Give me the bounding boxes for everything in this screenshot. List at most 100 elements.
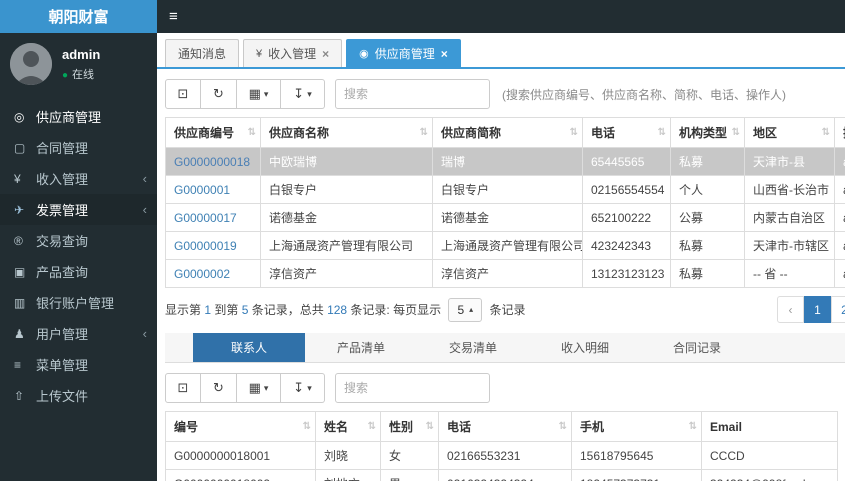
- sidebar-item-product-query[interactable]: ▣ 产品查询: [0, 256, 157, 287]
- export-button[interactable]: ↧ ▾: [281, 79, 325, 109]
- card-view-button[interactable]: ⊡: [165, 373, 201, 403]
- sort-icon: [248, 127, 256, 138]
- sidebar-item-supplier-management[interactable]: ◎ 供应商管理: [0, 101, 157, 132]
- prev-page-button[interactable]: ‹: [777, 296, 804, 323]
- caret-down-icon: ▾: [263, 88, 269, 99]
- page-size-select[interactable]: 5 ▴: [448, 297, 483, 322]
- cell-contact-name: 刘地方: [315, 469, 381, 481]
- circle-dot-icon: ◉: [359, 48, 369, 60]
- sort-icon: [570, 127, 578, 138]
- sidebar-item-menu-management[interactable]: ≡ 菜单管理: [0, 349, 157, 380]
- supplier-table: 供应商编号 供应商名称 供应商简称 电话 机构类型 地区 操作人 G000000…: [165, 117, 845, 288]
- col-mobile[interactable]: 手机: [571, 411, 702, 442]
- cell-region: 山西省-长治市: [744, 175, 835, 204]
- top-bar: 朝阳财富 ≡: [0, 0, 845, 33]
- hamburger-icon[interactable]: ≡: [169, 8, 178, 25]
- cell-phone: 423242343: [582, 231, 671, 260]
- col-org-type[interactable]: 机构类型: [670, 117, 745, 148]
- col-supplier-name[interactable]: 供应商名称: [260, 117, 433, 148]
- page-2-button[interactable]: 2: [831, 296, 845, 323]
- cell-operator: admin: [834, 175, 845, 204]
- columns-button[interactable]: ▦ ▾: [237, 373, 281, 403]
- cell-gender: 男: [380, 469, 439, 481]
- table-row[interactable]: G0000000018001 刘晓 女 02166553231 15618795…: [165, 441, 838, 470]
- refresh-button[interactable]: ↻: [201, 373, 237, 403]
- sort-icon: [426, 421, 434, 432]
- cell-operator: admin: [834, 231, 845, 260]
- cell-region: 天津市-县: [744, 147, 835, 176]
- paper-plane-icon: ✈: [14, 202, 25, 217]
- table-row[interactable]: G0000001 白银专户 白银专户 02156554554 个人 山西省-长治…: [165, 175, 845, 204]
- cell-org-type: 私募: [670, 231, 745, 260]
- table-row[interactable]: G0000000018 中欧瑞博 瑞博 65445565 私募 天津市-县 ad…: [165, 147, 845, 176]
- supplier-search-input[interactable]: [335, 79, 490, 109]
- cell-contact-id: G0000000018002: [165, 469, 316, 481]
- tab-supplier-management[interactable]: ◉ 供应商管理 ×: [346, 39, 461, 67]
- col-supplier-short-name[interactable]: 供应商简称: [432, 117, 583, 148]
- tab-contacts[interactable]: 联系人: [193, 333, 305, 362]
- col-region[interactable]: 地区: [744, 117, 835, 148]
- sidebar-item-transaction-query[interactable]: ® 交易查询: [0, 225, 157, 256]
- sidebar-item-bank-account-management[interactable]: ▥ 银行账户管理: [0, 287, 157, 318]
- columns-button[interactable]: ▦ ▾: [237, 79, 281, 109]
- export-icon: ↧: [293, 86, 305, 101]
- contact-search-input[interactable]: [335, 373, 490, 403]
- col-contact-name[interactable]: 姓名: [315, 411, 381, 442]
- card-view-button[interactable]: ⊡: [165, 79, 201, 109]
- col-phone[interactable]: 电话: [582, 117, 671, 148]
- sidebar-item-income-management[interactable]: ¥ 收入管理 ‹: [0, 163, 157, 194]
- caret-down-icon: ▾: [307, 382, 312, 393]
- col-email[interactable]: Email: [701, 411, 838, 442]
- sort-icon: [559, 421, 567, 432]
- col-contact-id[interactable]: 编号: [165, 411, 316, 442]
- table-row[interactable]: G0000000018002 刘地方 男 0216324324324 18245…: [165, 469, 838, 481]
- supplier-id-link[interactable]: G00000019: [174, 239, 237, 253]
- cell-supplier-id: G0000000018: [165, 147, 261, 176]
- cell-contact-phone: 02166553231: [438, 441, 572, 470]
- columns-icon: ▦: [248, 380, 261, 395]
- table-row[interactable]: G00000017 诺德基金 诺德基金 652100222 公募 内蒙古自治区 …: [165, 203, 845, 232]
- cell-mobile: 182457373731: [571, 469, 702, 481]
- col-contact-phone[interactable]: 电话: [438, 411, 572, 442]
- supplier-id-link[interactable]: G0000001: [174, 183, 230, 197]
- tab-income-management[interactable]: ¥ 收入管理 ×: [243, 39, 343, 67]
- table-row[interactable]: G00000019 上海通晟资产管理有限公司 上海通晟资产管理有限公司 4232…: [165, 231, 845, 260]
- sidebar-item-contract-management[interactable]: ▢ 合同管理: [0, 132, 157, 163]
- close-icon[interactable]: ×: [322, 47, 329, 61]
- export-button[interactable]: ↧ ▾: [281, 373, 325, 403]
- cell-gender: 女: [380, 441, 439, 470]
- table-row[interactable]: G0000002 淳信资产 淳信资产 13123123123 私募 -- 省 -…: [165, 259, 845, 288]
- sort-icon: [822, 127, 830, 138]
- col-gender[interactable]: 性别: [380, 411, 439, 442]
- detail-tab-bar: 联系人 产品清单 交易清单 收入明细 合同记录: [165, 333, 845, 363]
- supplier-id-link[interactable]: G00000017: [174, 211, 237, 225]
- refresh-icon: ↻: [213, 86, 224, 101]
- close-icon[interactable]: ×: [441, 47, 448, 61]
- sidebar-item-user-management[interactable]: ♟ 用户管理 ‹: [0, 318, 157, 349]
- col-operator[interactable]: 操作人: [834, 117, 845, 148]
- yen-icon: ¥: [256, 47, 263, 60]
- sidebar: admin ● 在线 ◎ 供应商管理 ▢ 合同管理 ¥ 收入管理 ‹ ✈ 发票管…: [0, 33, 157, 481]
- sort-icon: [689, 421, 697, 432]
- cell-org-type: 私募: [670, 259, 745, 288]
- page-1-button[interactable]: 1: [804, 296, 831, 323]
- contact-toolbar: ⊡ ↻ ▦ ▾ ↧ ▾: [165, 373, 837, 403]
- tab-product-list[interactable]: 产品清单: [305, 333, 417, 362]
- tab-notifications[interactable]: 通知消息: [165, 39, 240, 67]
- refresh-button[interactable]: ↻: [201, 79, 237, 109]
- col-supplier-id[interactable]: 供应商编号: [165, 117, 261, 148]
- supplier-id-link[interactable]: G0000000018: [174, 155, 250, 169]
- tab-contract-records[interactable]: 合同记录: [641, 333, 753, 362]
- sidebar-item-invoice-management[interactable]: ✈ 发票管理 ‹: [0, 194, 157, 225]
- sidebar-item-upload-file[interactable]: ⇧ 上传文件: [0, 380, 157, 411]
- cell-operator: admin: [834, 203, 845, 232]
- cell-supplier-short-name: 上海通晟资产管理有限公司: [432, 231, 583, 260]
- tab-transaction-list[interactable]: 交易清单: [417, 333, 529, 362]
- chevron-left-icon: ‹: [142, 326, 147, 341]
- supplier-id-link[interactable]: G0000002: [174, 267, 230, 281]
- file-icon: ▢: [14, 140, 26, 155]
- pagination-info: 显示第 1 到第 5 条记录，总共 128 条记录: 每页显示 5 ▴ 条记录: [165, 297, 525, 322]
- tab-income-detail[interactable]: 收入明细: [529, 333, 641, 362]
- brand-logo[interactable]: 朝阳财富: [0, 0, 157, 33]
- cell-supplier-name: 诺德基金: [260, 203, 433, 232]
